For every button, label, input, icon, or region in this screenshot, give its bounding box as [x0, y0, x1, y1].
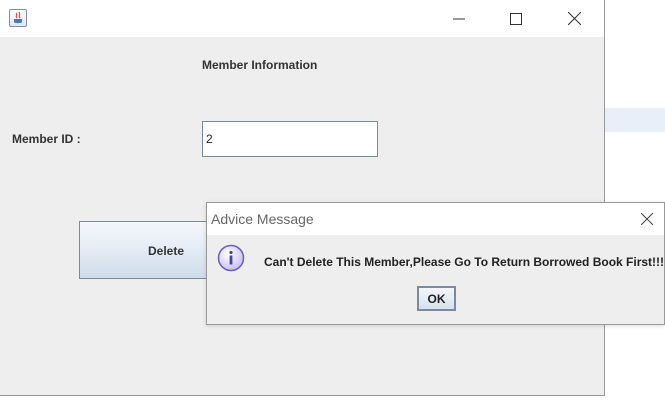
background-artifact	[605, 108, 665, 132]
maximize-icon	[510, 12, 522, 25]
close-icon	[641, 213, 653, 225]
maximize-button[interactable]	[487, 0, 545, 37]
dialog-title-bar: Advice Message	[207, 203, 664, 235]
title-bar	[0, 0, 604, 37]
minimize-button[interactable]	[430, 0, 488, 37]
info-icon	[217, 244, 245, 272]
dialog-title: Advice Message	[211, 211, 314, 227]
member-id-label: Member ID :	[12, 132, 81, 146]
minimize-icon	[453, 18, 465, 19]
page-title: Member Information	[202, 58, 318, 72]
member-id-input[interactable]	[202, 121, 378, 157]
dialog-message: Can't Delete This Member,Please Go To Re…	[264, 255, 665, 269]
dialog-close-button[interactable]	[630, 203, 664, 235]
advice-dialog: Advice Message Can't Delete This Member,…	[206, 202, 665, 325]
close-button[interactable]	[545, 0, 603, 37]
delete-button-label: Delete	[148, 244, 185, 258]
close-icon	[567, 12, 581, 25]
member-window: Member Information Member ID : Delete	[0, 0, 605, 396]
java-app-icon	[9, 9, 27, 27]
ok-button[interactable]: OK	[417, 286, 456, 311]
